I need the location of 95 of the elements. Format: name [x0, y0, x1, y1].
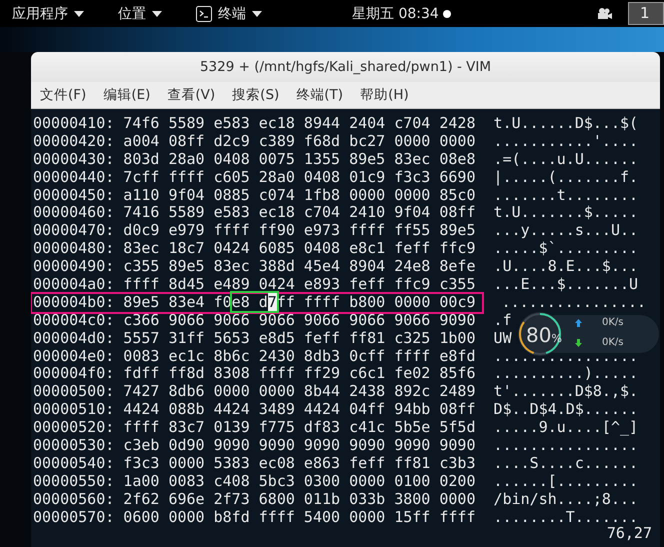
- menu-item[interactable]: 搜索(S): [232, 86, 280, 104]
- ascii-text: .....$`.........: [494, 240, 638, 258]
- hex-bytes: 5557 31ff 5653 e8d5 feff ff81 c325 1b00: [123, 330, 476, 348]
- ascii-text: ......[.........: [494, 472, 638, 491]
- hex-offset: 00000490:: [33, 258, 114, 276]
- menu-item[interactable]: 帮助(H): [360, 86, 409, 104]
- hex-offset: 00000570:: [33, 508, 114, 526]
- ascii-text: .....9.u....[^_]: [494, 419, 638, 438]
- hex-offset: 00000500:: [33, 383, 114, 402]
- ascii-text: ................: [494, 348, 638, 366]
- menu-item[interactable]: 文件(F): [40, 86, 86, 104]
- hex-offset: 00000420:: [33, 132, 114, 151]
- hex-bytes: 0600 0000 b8fd ffff 5400 0000 15ff ffff: [123, 508, 476, 526]
- hex-offset: 00000520:: [33, 419, 114, 438]
- search-match: e8 d7: [230, 290, 279, 313]
- hex-offset: 00000550:: [33, 472, 114, 491]
- hex-offset: 00000540:: [33, 454, 114, 473]
- ascii-text: UW: [494, 330, 512, 348]
- menu-item[interactable]: 编辑(E): [103, 86, 150, 104]
- ascii-text: /bin/sh....;8...: [494, 490, 638, 509]
- hex-offset: 000004d0:: [33, 330, 114, 348]
- caret-icon: [252, 10, 262, 16]
- hex-bytes: d0c9 e979 ffff ff90 e973 ffff ff55 89e5: [123, 222, 476, 240]
- ascii-text: ........T.......: [494, 508, 638, 526]
- cursor-position: 76,27: [606, 524, 652, 542]
- top-menu[interactable]: 终端: [218, 4, 246, 22]
- top-menu[interactable]: 应用程序: [12, 4, 68, 22]
- hex-bytes: 83ec 18c7 0424 6085 0408 e8c1 feff ffc9: [123, 240, 476, 258]
- ascii-text: .=(....u.U......: [494, 150, 638, 169]
- text-cursor: 7: [268, 292, 277, 311]
- hex-bytes: 803d 28a0 0408 0075 1355 89e5 83ec 08e8: [123, 150, 476, 169]
- hex-bytes: ffff 83c7 0139 f775 df83 c41c 5b5e 5f5d: [123, 419, 476, 438]
- upload-rate: 0K/s: [602, 317, 624, 328]
- hex-bytes: 0083 ec1c 8b6c 2430 8db3 0cff ffff e8fd: [123, 348, 476, 366]
- hex-bytes: a110 9f04 0885 c074 1fb8 0000 0000 85c0: [123, 186, 476, 204]
- ascii-text: ................: [502, 294, 646, 312]
- hex-bytes: c366 9066 9066 9066 9066 9066 9066 9090: [123, 312, 476, 330]
- hex-offset: 00000480:: [33, 240, 114, 258]
- hex-offset: 000004b0:: [33, 294, 114, 312]
- menu-item[interactable]: 终端(T): [296, 86, 344, 104]
- ascii-text: t'.......D$8.,$.: [494, 383, 638, 402]
- upload-arrow-icon: [575, 318, 582, 326]
- usage-gauge: [517, 311, 563, 357]
- hex-bytes: f3c3 0000 5383 ec08 e863 feff ff81 c3b3: [123, 454, 476, 473]
- ascii-text: ...........'....: [494, 132, 638, 151]
- hex-bytes: 2f62 696e 2f73 6800 011b 033b 3800 0000: [123, 490, 476, 509]
- hex-offset: 00000410:: [33, 115, 114, 133]
- hex-bytes: 1a00 0083 c408 5bc3 0300 0000 0100 0200: [123, 472, 476, 491]
- terminal-icon: [196, 6, 212, 22]
- ascii-text: ...y.....s...U..: [494, 222, 638, 240]
- download-arrow-icon: [575, 338, 582, 346]
- status-dot-icon: [442, 10, 451, 18]
- caret-icon: [152, 10, 162, 16]
- ascii-text: .f: [494, 312, 512, 330]
- hex-bytes: 7416 5589 e583 ec18 c704 2410 9f04 08ff: [123, 204, 476, 222]
- top-menu[interactable]: 位置: [118, 4, 146, 22]
- ascii-text: ..........).....: [494, 365, 638, 384]
- ascii-text: |.....(.......f.: [494, 168, 638, 187]
- ascii-text: D$..D$4.D$......: [494, 401, 638, 420]
- hex-offset: 00000450:: [33, 186, 114, 204]
- hex-bytes: c3eb 0d90 9090 9090 9090 9090 9090 9090: [123, 437, 476, 455]
- hex-offset: 00000460:: [33, 204, 114, 222]
- clock[interactable]: 星期五 08:34: [352, 5, 439, 23]
- hex-offset: 000004f0:: [33, 365, 114, 384]
- hex-offset: 00000560:: [33, 490, 114, 509]
- camera-icon[interactable]: [596, 7, 612, 20]
- hex-offset: 00000430:: [33, 150, 114, 169]
- hex-offset: 00000530:: [33, 437, 114, 455]
- ascii-text: ....S....c......: [494, 454, 638, 473]
- hex-offset: 000004e0:: [33, 348, 114, 366]
- ascii-text: .U....8.E...$...: [494, 258, 638, 276]
- menu-item[interactable]: 查看(V): [167, 86, 216, 104]
- hex-bytes: 7cff ffff c605 28a0 0408 01c9 f3c3 6690: [123, 168, 476, 187]
- hex-offset: 00000440:: [33, 168, 114, 187]
- ascii-text: ...E...$.......U: [494, 276, 638, 294]
- hex-bytes: c355 89e5 83ec 388d 45e4 8904 24e8 8efe: [123, 258, 476, 276]
- workspace-indicator[interactable]: 1: [628, 2, 664, 25]
- hex-bytes: 4424 088b 4424 3489 4424 04ff 94bb 08ff: [123, 401, 476, 420]
- hex-offset: 000004c0:: [33, 312, 114, 330]
- hex-offset: 00000510:: [33, 401, 114, 420]
- ascii-text: .......t........: [494, 186, 638, 204]
- hex-bytes: fdff ff8d 8308 ffff ff29 c6c1 fe02 85f6: [123, 365, 476, 384]
- hex-bytes: 89e5 83e4 f0: [123, 292, 232, 311]
- download-rate: 0K/s: [602, 337, 624, 348]
- ascii-text: t.U.......$.....: [494, 204, 638, 222]
- hex-offset: 000004a0:: [33, 276, 114, 294]
- hex-bytes: a004 08ff d2c9 c389 f68d bc27 0000 0000: [123, 132, 476, 151]
- hex-offset: 00000470:: [33, 222, 114, 240]
- hex-bytes: 74f6 5589 e583 ec18 8944 2404 c704 2428: [123, 115, 476, 133]
- hex-bytes: 7427 8db6 0000 0000 8b44 2438 892c 2489: [123, 383, 476, 402]
- window-title: 5329 + (/mnt/hgfs/Kali_shared/pwn1) - VIM: [200, 59, 492, 75]
- caret-icon: [74, 10, 84, 16]
- ascii-text: t.U......D$...$(: [494, 115, 638, 133]
- ascii-text: ................: [494, 437, 638, 455]
- usage-percent: 80: [526, 323, 552, 347]
